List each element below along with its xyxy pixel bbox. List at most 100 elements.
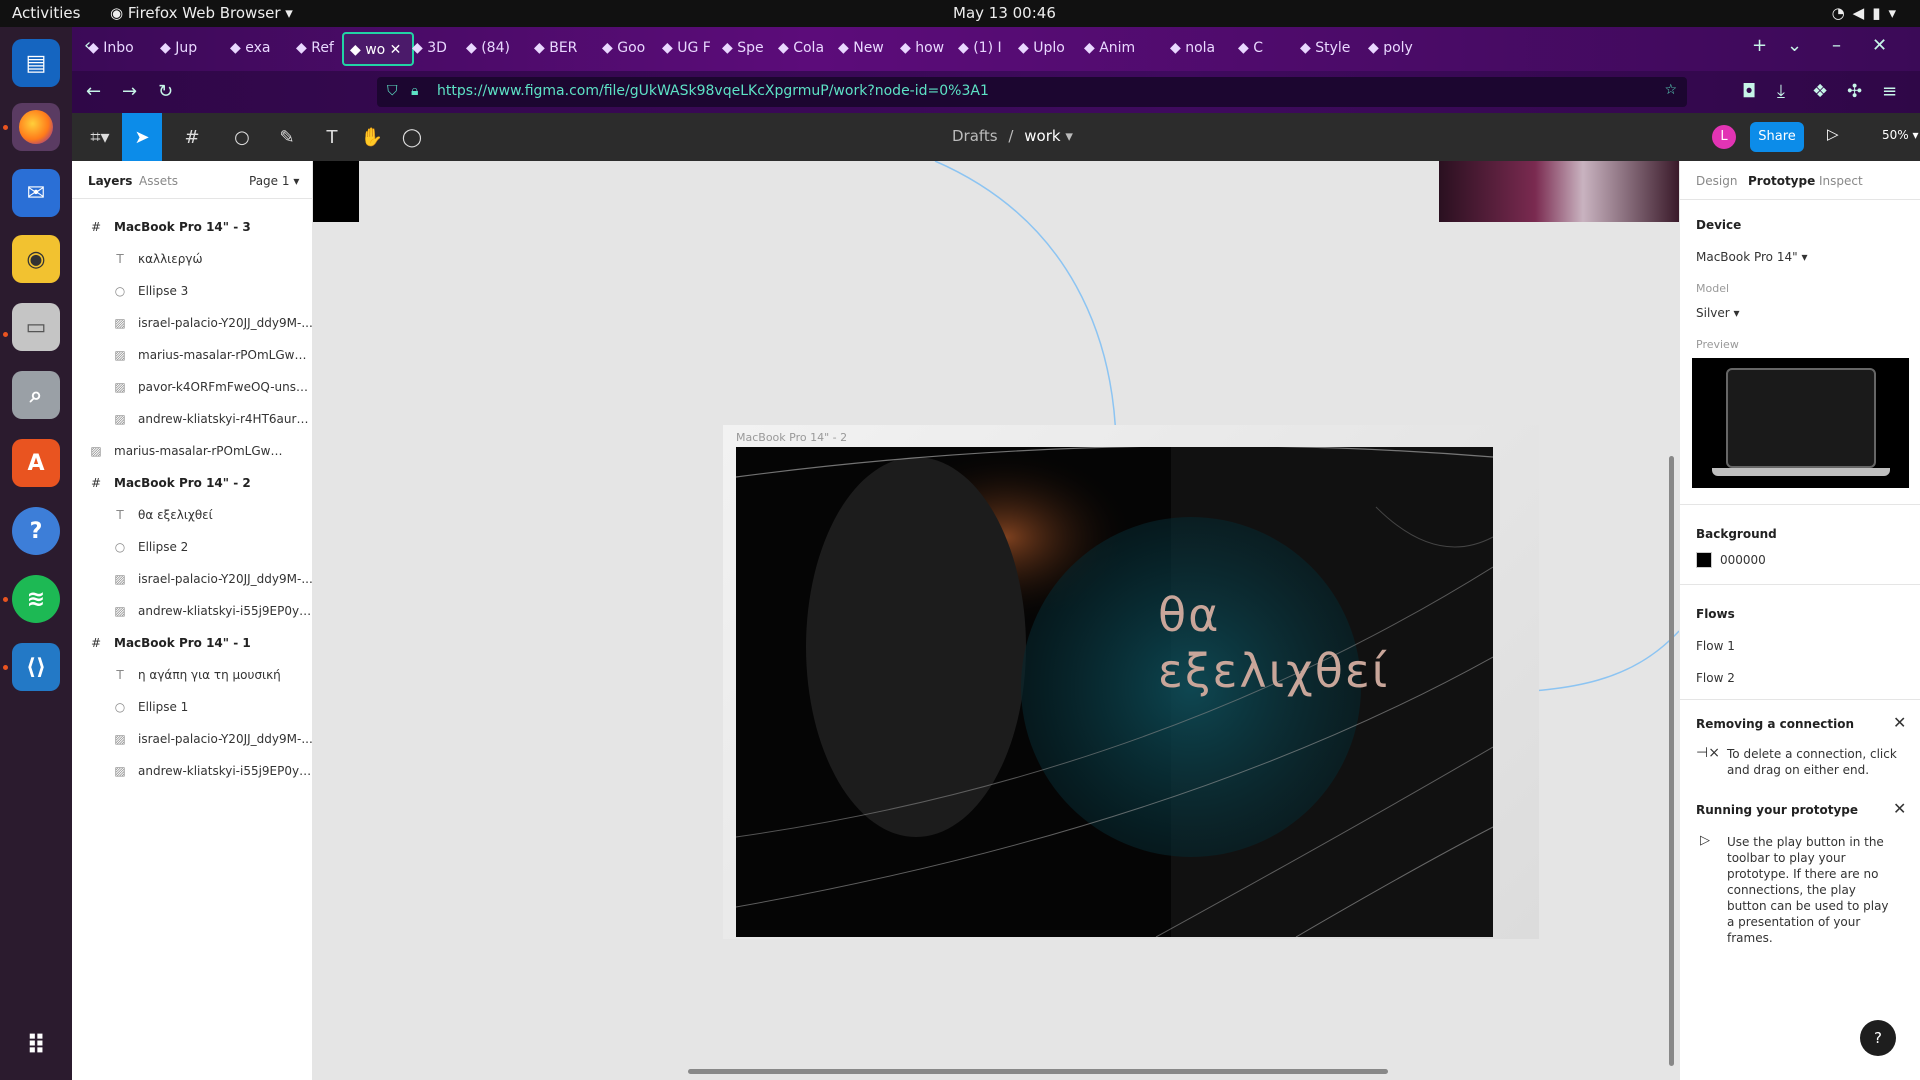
layer-row[interactable]: ▨ andrew-kliatskyi-r4HT6aurLQ... [72, 403, 313, 435]
browser-tab[interactable]: ◆ exa [224, 32, 282, 66]
zoom-dropdown[interactable]: 50% ▾ [1882, 128, 1919, 142]
downloads-icon[interactable]: ⤓ [1777, 81, 1785, 102]
rhythmbox-icon[interactable]: ◉ [12, 235, 60, 283]
figma-main-menu-icon[interactable]: ⌗▾ [78, 113, 122, 161]
reload-icon[interactable]: ↻ [158, 81, 173, 102]
lock-icon[interactable]: 🔒︎ [411, 83, 418, 99]
hand-tool-icon[interactable]: ✋ [352, 113, 392, 161]
browser-tab[interactable]: ◆ Jup [154, 32, 212, 66]
breadcrumb-drafts[interactable]: Drafts [952, 127, 998, 145]
share-button[interactable]: Share [1750, 122, 1804, 152]
tab-layers[interactable]: Layers [88, 174, 132, 188]
close-icon[interactable]: ✕ [1893, 713, 1906, 732]
layer-row[interactable]: ▨ israel-palacio-Y20JJ_ddy9M-... [72, 307, 313, 339]
back-icon[interactable]: ← [86, 81, 101, 102]
present-play-icon[interactable]: ▷ [1827, 125, 1839, 143]
layer-row[interactable]: ▨ israel-palacio-Y20JJ_ddy9M-... [72, 563, 313, 595]
browser-tab[interactable]: ◆ Style [1294, 32, 1352, 66]
browser-tab[interactable]: ◆ poly [1362, 32, 1420, 66]
browser-tab[interactable]: ◆ Anim [1078, 32, 1136, 66]
browser-tab[interactable]: ◆ nola [1164, 32, 1222, 66]
move-tool-icon[interactable]: ➤ [122, 113, 162, 161]
frame-macbook-pro-14-2[interactable]: θα εξελιχθεί [736, 447, 1493, 937]
frame-label[interactable]: MacBook Pro 14" - 2 [736, 431, 847, 444]
text-tool-icon[interactable]: T [312, 113, 352, 161]
system-tray[interactable]: ◔◀▮▾ [1832, 4, 1904, 22]
activities-button[interactable]: Activities [12, 4, 80, 22]
close-icon[interactable]: ✕ [1893, 799, 1906, 818]
tab-design[interactable]: Design [1696, 174, 1737, 188]
layer-row[interactable]: Tθα εξελιχθεί [72, 499, 313, 531]
avatar[interactable]: L [1712, 125, 1736, 149]
layer-row[interactable]: Tκαλλιεργώ [72, 243, 313, 275]
show-apps-grid-icon[interactable]: ⠿ [12, 1022, 60, 1070]
tab-inspect[interactable]: Inspect [1819, 174, 1863, 188]
help-icon[interactable]: ? [12, 507, 60, 555]
layer-row[interactable]: ○ Ellipse 1 [72, 691, 313, 723]
frame-text-tha-exelichthei[interactable]: θα εξελιχθεί [1158, 587, 1389, 699]
shape-tool-icon[interactable]: ○ [222, 113, 262, 161]
layer-row[interactable]: ○ Ellipse 3 [72, 275, 313, 307]
url-text[interactable]: https://www.figma.com/file/gUkWASk98vqeL… [437, 83, 989, 99]
canvas[interactable]: MacBook Pro 14" - 2 θα εξελιχθεί [313, 161, 1679, 1080]
bookmark-star-icon[interactable]: ☆ [1664, 82, 1677, 98]
model-dropdown[interactable]: Silver ▾ [1696, 306, 1740, 320]
browser-tab[interactable]: ◆ how [894, 32, 952, 66]
comment-tool-icon[interactable]: ◯ [392, 113, 432, 161]
layer-row[interactable]: Tη αγάπη για τη μουσική [72, 659, 313, 691]
layer-row[interactable]: ○ Ellipse 2 [72, 531, 313, 563]
app-menu[interactable]: ◉ Firefox Web Browser ▾ [110, 4, 293, 22]
frame-tool-icon[interactable]: # [172, 113, 212, 161]
minimize-icon[interactable]: – [1832, 35, 1841, 56]
clock[interactable]: May 13 00:46 [953, 4, 1056, 22]
layer-row[interactable]: ▨ andrew-kliatskyi-i55j9EP0ynA... [72, 595, 313, 627]
browser-tab[interactable]: ◆ New [832, 32, 890, 66]
page-selector[interactable]: Page 1 ▾ [249, 174, 299, 188]
new-tab-icon[interactable]: + [1752, 35, 1767, 56]
browser-tab[interactable]: ◆ wo ✕ [342, 32, 414, 66]
browser-tab[interactable]: ◆ 3D [406, 32, 464, 66]
firefox-icon[interactable] [12, 103, 60, 151]
browser-tab[interactable]: ◆ UG F [656, 32, 714, 66]
help-button[interactable]: ? [1860, 1020, 1896, 1056]
layer-row[interactable]: ▨ marius-masalar-rPOmLGwai2... [72, 339, 313, 371]
background-color-swatch[interactable] [1696, 552, 1712, 568]
browser-tab[interactable]: ◆ Ref [290, 32, 348, 66]
extensions-puzzle-icon[interactable]: ✣ [1847, 81, 1862, 102]
connection-in-line[interactable] [934, 161, 1117, 442]
screenshot-search-icon[interactable]: ⌕ [12, 371, 60, 419]
browser-tab[interactable]: ◆ BER [528, 32, 586, 66]
vscode-icon[interactable]: ⟨⟩ [12, 643, 60, 691]
browser-tab[interactable]: ◆ Spe [716, 32, 774, 66]
shield-icon[interactable]: ⛉ [387, 83, 398, 99]
spotify-icon[interactable]: ≋ [12, 575, 60, 623]
horizontal-scrollbar[interactable] [688, 1069, 1388, 1074]
pen-tool-icon[interactable]: ✎ [267, 113, 307, 161]
layer-row-frame[interactable]: # MacBook Pro 14" - 2 [72, 467, 313, 499]
extension-icon[interactable]: ❖ [1812, 81, 1828, 102]
files-icon[interactable]: ▭ [12, 303, 60, 351]
browser-tab[interactable]: ◆ Cola [772, 32, 830, 66]
browser-tab[interactable]: ◆ (1) I [952, 32, 1010, 66]
url-bar[interactable]: ⛉ 🔒︎ https://www.figma.com/file/gUkWASk9… [377, 77, 1687, 107]
flow-2[interactable]: Flow 2 [1696, 671, 1735, 685]
writer-icon[interactable]: ▤ [12, 39, 60, 87]
thunderbird-icon[interactable]: ✉ [12, 169, 60, 217]
browser-tab[interactable]: ◆ (84) [460, 32, 518, 66]
tab-assets[interactable]: Assets [139, 174, 178, 188]
file-name[interactable]: work [1024, 127, 1060, 145]
browser-tab[interactable]: ◆ Uplo [1012, 32, 1070, 66]
layer-row-frame[interactable]: # MacBook Pro 14" - 3 [72, 211, 313, 243]
layer-row[interactable]: ▨ israel-palacio-Y20JJ_ddy9M-... [72, 723, 313, 755]
background-color-value[interactable]: 000000 [1720, 553, 1766, 567]
hamburger-menu-icon[interactable]: ≡ [1882, 81, 1897, 102]
vertical-scrollbar[interactable] [1669, 456, 1674, 1066]
browser-tab[interactable]: ◆ Inbo [82, 32, 140, 66]
tab-prototype[interactable]: Prototype [1748, 174, 1815, 188]
close-window-icon[interactable]: ✕ [1872, 35, 1887, 56]
browser-tab[interactable]: ◆ C [1232, 32, 1290, 66]
layer-row[interactable]: ▨ andrew-kliatskyi-i55j9EP0ynA... [72, 755, 313, 787]
layer-row-frame[interactable]: # MacBook Pro 14" - 1 [72, 627, 313, 659]
flow-1[interactable]: Flow 1 [1696, 639, 1735, 653]
close-tab-icon[interactable]: ✕ [385, 42, 402, 58]
